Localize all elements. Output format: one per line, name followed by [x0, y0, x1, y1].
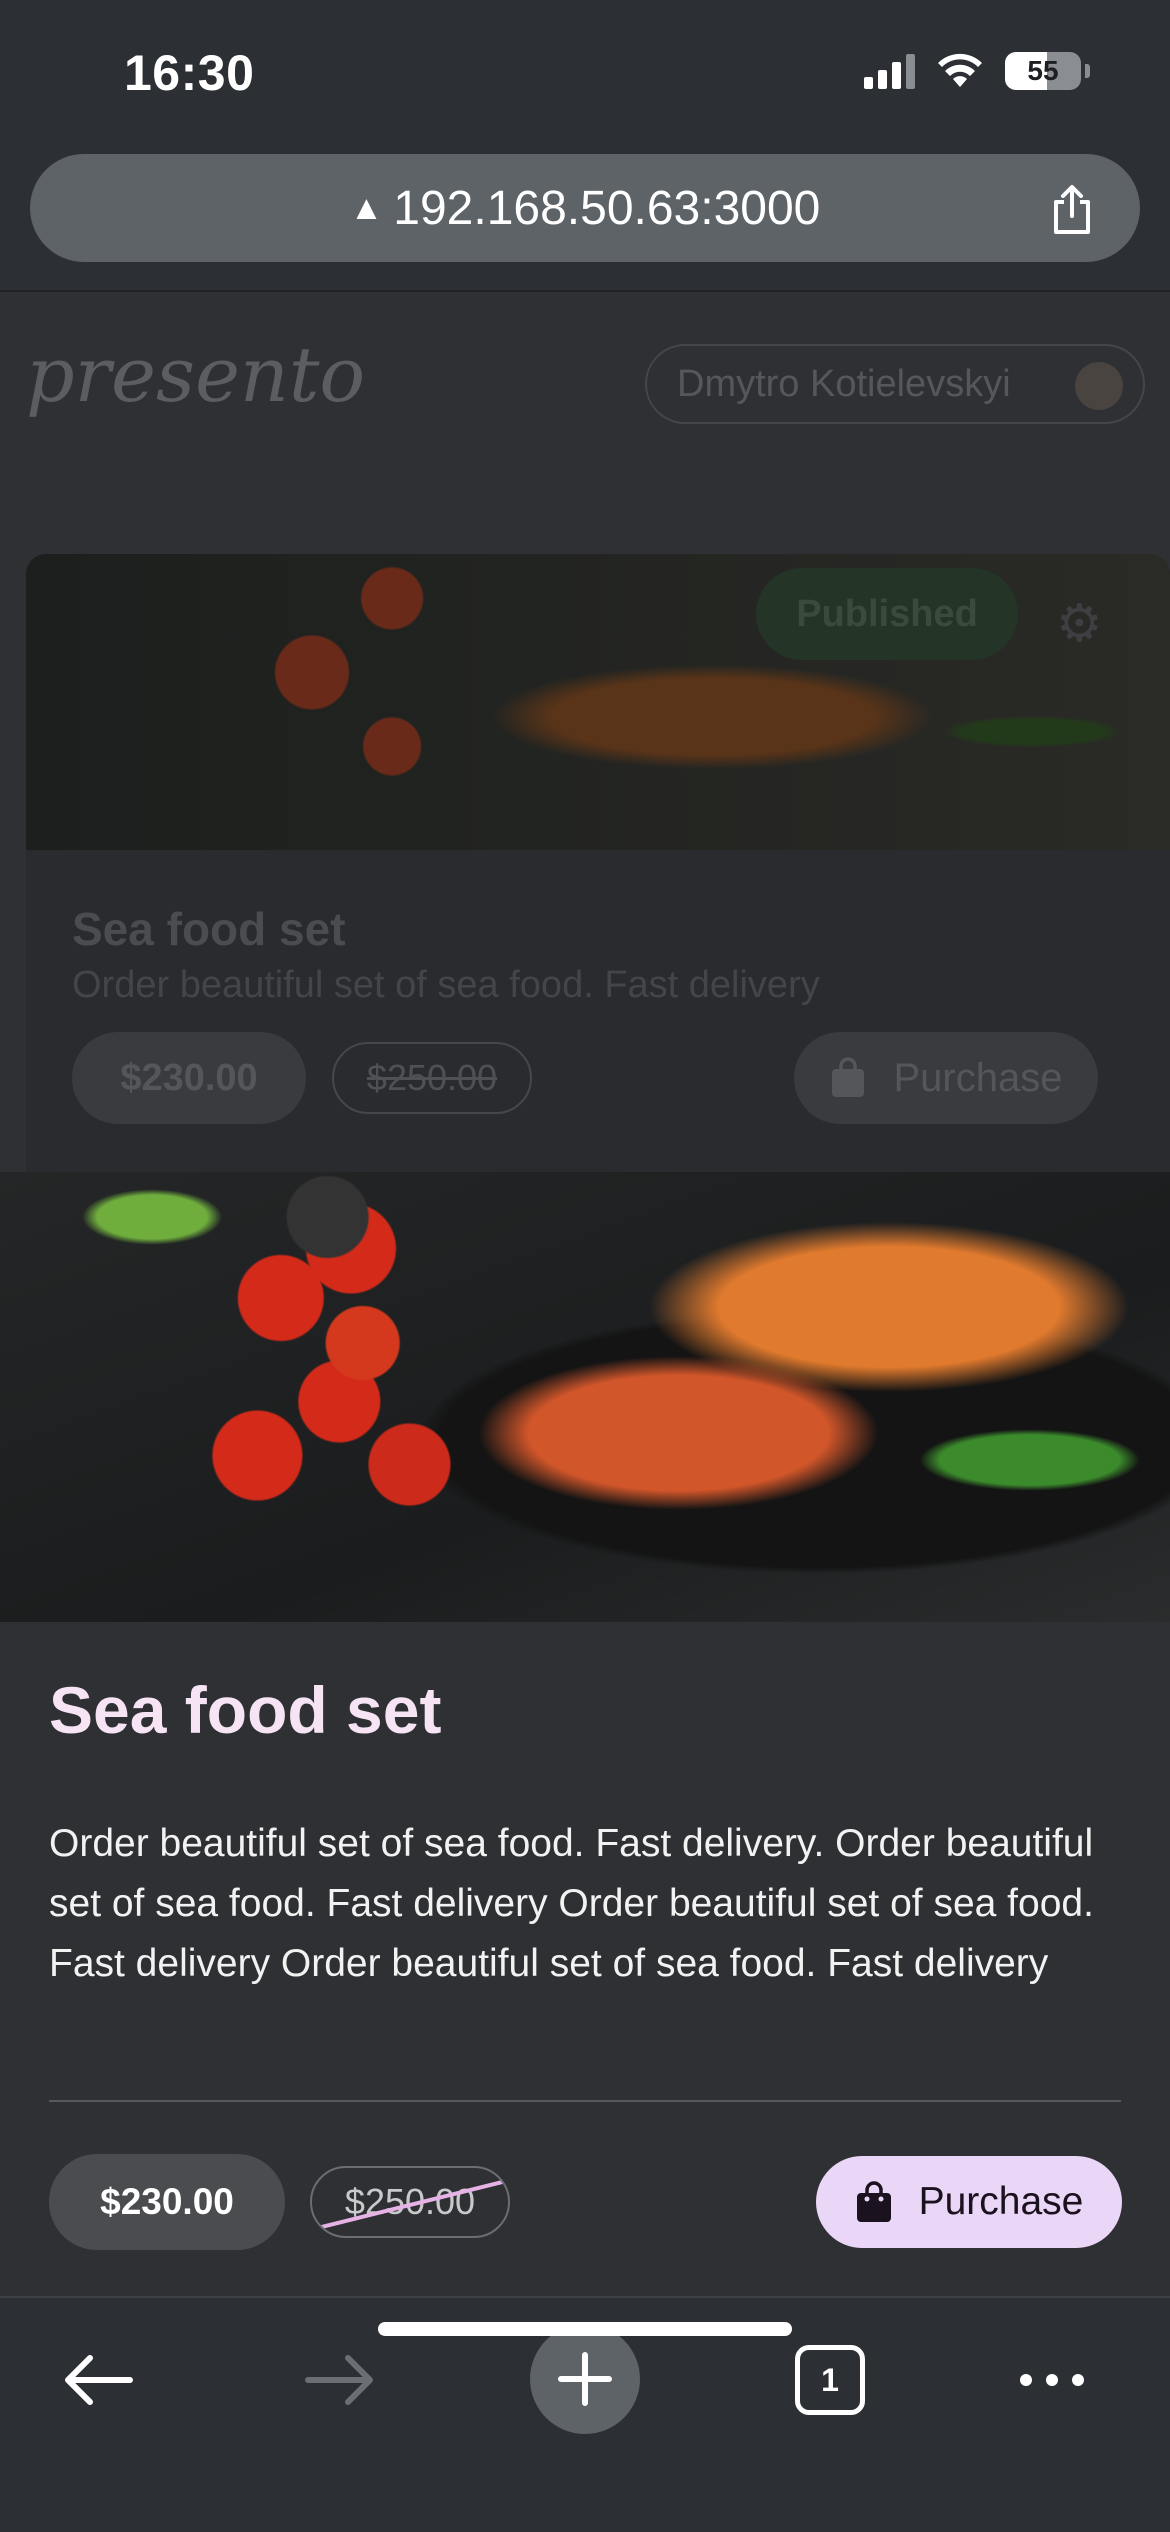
new-tab-button[interactable]	[530, 2324, 640, 2434]
status-bar: 16:30 55	[0, 0, 1170, 150]
home-indicator	[378, 2322, 792, 2336]
status-icons: 55	[864, 52, 1090, 90]
more-button[interactable]	[998, 2326, 1106, 2434]
status-time: 16:30	[124, 45, 255, 101]
status-badge: Published	[756, 568, 1018, 660]
product-description: Order beautiful set of sea food. Fast de…	[49, 1822, 1094, 1985]
purchase-label: Purchase	[918, 2180, 1084, 2223]
old-price-chip: $250.00	[310, 2166, 510, 2238]
product-title: Sea food set	[49, 1673, 442, 1747]
divider	[49, 2100, 1121, 2102]
url-display: ▲ 192.168.50.63:3000	[350, 181, 821, 236]
product-card-price: $230.00	[72, 1032, 306, 1124]
back-button[interactable]	[44, 2326, 152, 2434]
url-bar[interactable]: ▲ 192.168.50.63:3000	[30, 154, 1140, 262]
purchase-button[interactable]: Purchase	[816, 2156, 1122, 2248]
plus-icon	[558, 2352, 612, 2406]
product-detail-sheet: Sea food set Order beautiful set of sea …	[0, 1172, 1170, 2296]
user-name: Dmytro Kotielevskyi	[677, 362, 1011, 405]
shopping-bag-icon	[831, 1057, 864, 1097]
wifi-icon	[938, 53, 982, 87]
background-page: presento Dmytro Kotielevskyi Published ⚙…	[0, 292, 1170, 1172]
warning-icon: ▲	[349, 188, 384, 227]
price-chip: $230.00	[49, 2154, 285, 2250]
product-card-old-price: $250.00	[332, 1042, 532, 1114]
share-icon[interactable]	[1044, 182, 1100, 238]
product-card: Published ⚙ Sea food set Order beautiful…	[26, 554, 1170, 1172]
battery-tip	[1085, 64, 1090, 78]
tabs-icon: 1	[795, 2345, 865, 2415]
url-text: 192.168.50.63:3000	[393, 181, 821, 235]
product-card-purchase-label: Purchase	[893, 1055, 1063, 1100]
user-chip: Dmytro Kotielevskyi	[645, 344, 1145, 424]
browser-address-area: ▲ 192.168.50.63:3000	[0, 150, 1170, 292]
gear-icon: ⚙	[1056, 595, 1103, 653]
product-card-description: Order beautiful set of sea food. Fast de…	[72, 964, 820, 1006]
product-card-purchase-button: Purchase	[794, 1032, 1098, 1124]
tabs-button[interactable]: 1	[776, 2326, 884, 2434]
battery-percent: 55	[1027, 55, 1059, 86]
forward-arrow-icon	[305, 2355, 373, 2405]
more-icon	[1020, 2374, 1084, 2386]
forward-button[interactable]	[286, 2326, 394, 2434]
cellular-signal-icon	[864, 53, 915, 89]
shopping-bag-icon	[856, 2181, 891, 2222]
product-image	[0, 1172, 1170, 1622]
product-card-title: Sea food set	[72, 903, 346, 955]
back-arrow-icon	[65, 2355, 133, 2405]
app-logo: presento	[26, 330, 366, 419]
battery-icon: 55	[1005, 52, 1081, 90]
avatar	[1075, 362, 1123, 410]
